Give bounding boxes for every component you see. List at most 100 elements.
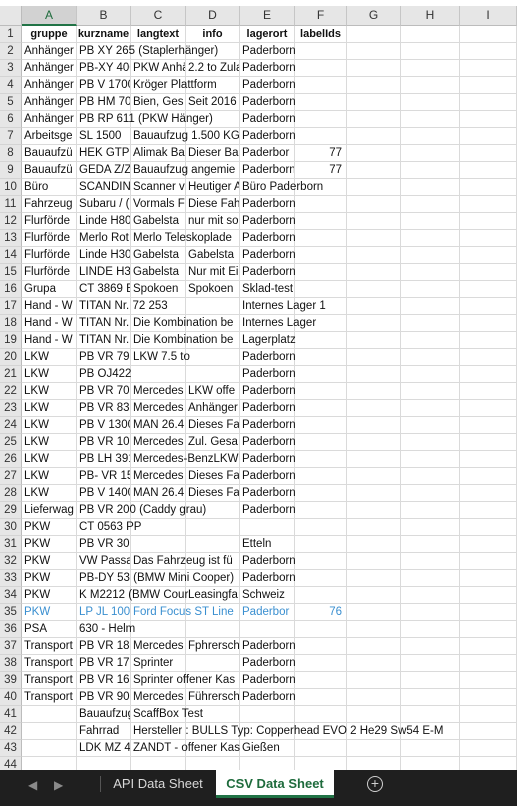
cell-col-a[interactable]: Flurförde <box>22 264 77 281</box>
cell-col-a[interactable]: Fahrzeug <box>22 196 77 213</box>
cell-col-f[interactable] <box>295 281 347 298</box>
cell-col-c[interactable]: Mercedes <box>131 383 186 400</box>
cell-col-i[interactable] <box>460 162 517 179</box>
cell-col-b[interactable]: PB XY 265 (Staplerhänger) <box>77 43 218 60</box>
cell-col-b[interactable]: PB OJ422 <box>77 366 131 383</box>
cell-col-h[interactable] <box>401 162 460 179</box>
cell-col-g[interactable] <box>347 196 401 213</box>
cell-col-d[interactable]: Führersch <box>186 689 240 706</box>
cell-col-h[interactable] <box>401 315 460 332</box>
row-number[interactable]: 40 <box>0 689 22 706</box>
cell-col-c[interactable]: Mercedes <box>131 689 186 706</box>
cell-col-h[interactable] <box>401 655 460 672</box>
cell-col-a[interactable]: LKW <box>22 434 77 451</box>
cell-col-e[interactable]: Paderborn <box>240 213 296 230</box>
cell-col-b[interactable]: TITAN Nr. <box>77 332 131 349</box>
cell-col-e[interactable]: Lagerplatz <box>240 332 296 349</box>
cell-col-e[interactable]: Paderborn <box>240 43 296 60</box>
cell-col-i[interactable] <box>460 94 517 111</box>
cell-col-h[interactable] <box>401 587 460 604</box>
cell-col-c[interactable]: Sprinter <box>131 655 186 672</box>
cell-col-d[interactable] <box>186 757 240 770</box>
cell-col-f[interactable] <box>295 757 347 770</box>
cell-col-c[interactable]: Vormals F <box>131 196 186 213</box>
cell-col-d[interactable]: Seit 2016 <box>186 94 240 111</box>
cell-col-c[interactable]: Spokoen <box>131 281 186 298</box>
cell-col-c[interactable] <box>131 536 186 553</box>
cell-col-e[interactable]: Paderbor <box>240 145 295 162</box>
cell-col-d[interactable] <box>186 655 240 672</box>
cell-col-g[interactable] <box>347 315 401 332</box>
cell-col-g[interactable] <box>347 43 401 60</box>
cell-col-d[interactable]: LKW offe <box>186 383 240 400</box>
cell-col-b[interactable]: Linde H80 <box>77 213 131 230</box>
cell-col-f[interactable] <box>295 94 347 111</box>
cell-col-a[interactable] <box>22 723 77 740</box>
cell-col-b[interactable]: PB VR 900 <box>77 689 131 706</box>
row-number[interactable]: 39 <box>0 672 22 689</box>
cell-col-h[interactable] <box>401 689 460 706</box>
cell-col-i[interactable] <box>460 247 517 264</box>
row-number[interactable]: 2 <box>0 43 22 60</box>
cell-col-i[interactable] <box>460 621 517 638</box>
cell-col-e[interactable]: Paderborn <box>240 570 296 587</box>
row-number[interactable]: 1 <box>0 26 22 43</box>
column-header-e[interactable]: E <box>240 6 295 26</box>
header-cell-col-a[interactable]: gruppe <box>22 26 77 43</box>
cell-col-i[interactable] <box>460 451 517 468</box>
cell-col-c[interactable]: Sprinter offener Kas <box>131 672 235 689</box>
cell-col-a[interactable]: Anhänger <box>22 43 77 60</box>
cell-col-a[interactable]: Bauaufzü <box>22 162 77 179</box>
cell-col-b[interactable]: SL 1500 <box>77 128 131 145</box>
cell-col-d[interactable] <box>186 621 240 638</box>
cell-col-d[interactable] <box>186 536 240 553</box>
cell-col-c[interactable]: Mercedes-BenzLKW <box>131 451 238 468</box>
cell-col-c[interactable]: Kröger Plattform <box>131 77 217 94</box>
cell-col-c[interactable]: Alimak Ba <box>131 145 186 162</box>
cell-col-d[interactable]: Fphrersch <box>186 638 240 655</box>
cell-col-f[interactable] <box>295 468 347 485</box>
cell-col-h[interactable] <box>401 417 460 434</box>
cell-col-f[interactable] <box>295 655 347 672</box>
cell-col-h[interactable] <box>401 366 460 383</box>
cell-col-f[interactable] <box>295 77 347 94</box>
header-cell-col-d[interactable]: info <box>186 26 240 43</box>
cell-col-f[interactable] <box>295 111 347 128</box>
cell-col-c[interactable]: ZANDT - offener Kas <box>131 740 240 757</box>
row-number[interactable]: 35 <box>0 604 22 621</box>
cell-col-h[interactable] <box>401 349 460 366</box>
cell-col-c[interactable]: Scanner v <box>131 179 186 196</box>
cell-col-i[interactable] <box>460 230 517 247</box>
cell-col-a[interactable]: LKW <box>22 451 77 468</box>
cell-col-a[interactable]: Anhänger <box>22 60 77 77</box>
cell-col-f[interactable] <box>295 264 347 281</box>
cell-col-i[interactable] <box>460 689 517 706</box>
cell-col-a[interactable]: LKW <box>22 485 77 502</box>
cell-col-b[interactable]: PB HM 70 <box>77 94 131 111</box>
row-number[interactable]: 27 <box>0 468 22 485</box>
cell-col-e[interactable]: Paderborn <box>240 383 296 400</box>
cell-col-h[interactable] <box>401 468 460 485</box>
row-number[interactable]: 13 <box>0 230 22 247</box>
row-number[interactable]: 8 <box>0 145 22 162</box>
cell-col-g[interactable] <box>347 298 401 315</box>
header-cell-col-g[interactable] <box>347 26 401 43</box>
cell-col-b[interactable]: PB VR 70 ( <box>77 383 131 400</box>
row-number[interactable]: 7 <box>0 128 22 145</box>
cell-col-f[interactable] <box>295 740 347 757</box>
cell-col-g[interactable] <box>347 655 401 672</box>
cell-col-g[interactable] <box>347 553 401 570</box>
cell-col-f[interactable] <box>295 247 347 264</box>
cell-col-h[interactable] <box>401 706 460 723</box>
cell-col-g[interactable] <box>347 179 401 196</box>
cell-col-b[interactable]: LINDE H30 <box>77 264 131 281</box>
cell-col-h[interactable] <box>401 43 460 60</box>
cell-col-c[interactable]: Gabelsta <box>131 213 186 230</box>
cell-col-g[interactable] <box>347 587 401 604</box>
scroll-left-icon[interactable]: ◀ <box>28 778 37 792</box>
cell-col-d[interactable]: Spokoen <box>186 281 240 298</box>
cell-col-g[interactable] <box>347 94 401 111</box>
cell-col-h[interactable] <box>401 672 460 689</box>
row-number[interactable]: 22 <box>0 383 22 400</box>
row-number[interactable]: 6 <box>0 111 22 128</box>
